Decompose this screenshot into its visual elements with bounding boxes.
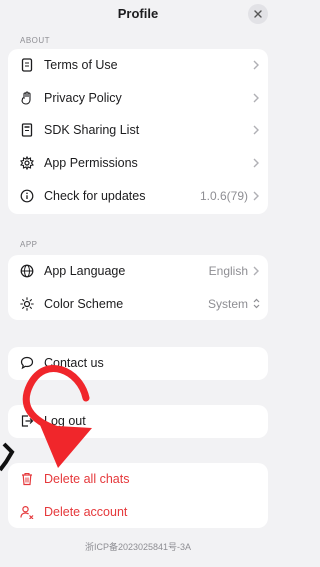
chevron-right-icon	[252, 190, 260, 202]
chevron-right-icon	[252, 265, 260, 277]
row-sdk-sharing-list[interactable]: SDK Sharing List	[8, 114, 268, 147]
list-icon	[20, 123, 34, 138]
row-label: Delete all chats	[44, 472, 130, 487]
row-label: Delete account	[44, 504, 128, 519]
trash-icon	[20, 472, 34, 486]
section-label-app: APP	[20, 240, 38, 249]
page-header: Profile	[0, 0, 276, 30]
row-log-out[interactable]: Log out	[8, 405, 268, 438]
close-icon	[254, 10, 262, 18]
app-card: App Language English Color Scheme System	[8, 255, 268, 320]
chevron-up-down-icon	[252, 298, 260, 310]
user-remove-icon	[20, 505, 34, 519]
contact-card: Contact us	[8, 347, 268, 380]
row-color-scheme[interactable]: Color Scheme System	[8, 288, 268, 320]
icp-license-text: 浙ICP备2023025841号-3A	[84, 542, 192, 552]
danger-card: Delete all chats Delete account	[8, 463, 268, 528]
document-icon	[20, 58, 34, 72]
row-check-for-updates[interactable]: Check for updates 1.0.6(79)	[8, 179, 268, 212]
row-label: App Permissions	[44, 156, 138, 171]
row-label: Log out	[44, 414, 86, 429]
row-terms-of-use[interactable]: Terms of Use	[8, 49, 268, 82]
row-label: Check for updates	[44, 188, 146, 203]
row-label: Privacy Policy	[44, 90, 122, 105]
chevron-right-icon	[252, 124, 260, 136]
row-delete-account[interactable]: Delete account	[8, 496, 268, 528]
page-title: Profile	[117, 6, 159, 21]
logout-card: Log out	[8, 405, 268, 438]
logout-icon	[20, 414, 34, 428]
close-button[interactable]	[248, 4, 268, 24]
row-label: Terms of Use	[44, 58, 118, 73]
row-label: Color Scheme	[44, 296, 124, 311]
globe-icon	[20, 264, 34, 278]
about-card: Terms of Use Privacy Policy SDK Sharing …	[8, 49, 268, 214]
hand-icon	[20, 91, 34, 105]
language-value: English	[208, 264, 248, 279]
chevron-right-icon	[252, 59, 260, 71]
info-icon	[20, 189, 34, 203]
version-value: 1.0.6(79)	[199, 188, 248, 203]
gear-icon	[20, 156, 34, 171]
section-label-about: ABOUT	[20, 36, 51, 45]
row-label: App Language	[44, 264, 126, 279]
row-app-permissions[interactable]: App Permissions	[8, 147, 268, 180]
chevron-right-icon	[252, 92, 260, 104]
chat-bubble-icon	[20, 356, 34, 370]
chevron-right-icon	[252, 157, 260, 169]
color-scheme-value: System	[207, 296, 248, 311]
row-label: Contact us	[44, 356, 104, 371]
row-label: SDK Sharing List	[44, 123, 140, 138]
row-app-language[interactable]: App Language English	[8, 255, 268, 288]
row-delete-all-chats[interactable]: Delete all chats	[8, 463, 268, 496]
row-contact-us[interactable]: Contact us	[8, 347, 268, 380]
sun-icon	[20, 297, 34, 311]
row-privacy-policy[interactable]: Privacy Policy	[8, 82, 268, 115]
